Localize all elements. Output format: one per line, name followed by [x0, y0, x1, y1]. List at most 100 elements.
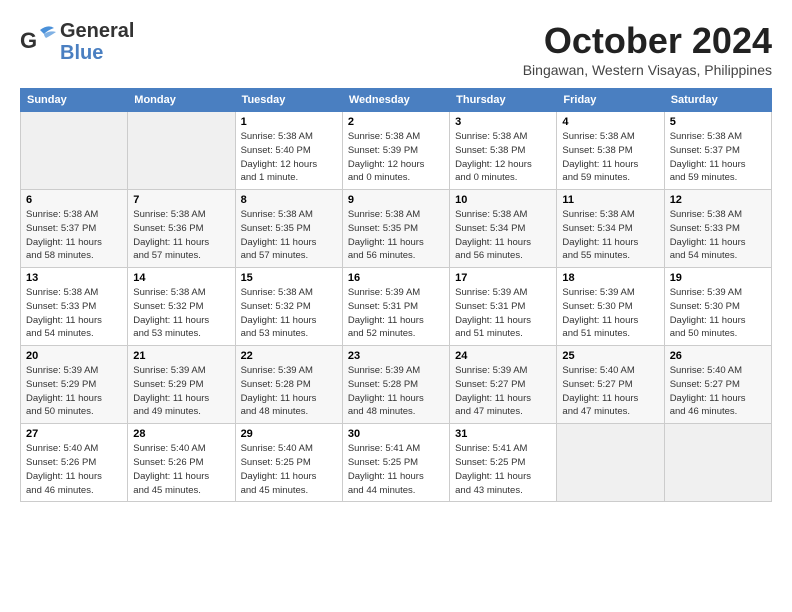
day-detail: Sunrise: 5:39 AM Sunset: 5:30 PM Dayligh… — [670, 286, 766, 341]
day-detail: Sunrise: 5:39 AM Sunset: 5:31 PM Dayligh… — [348, 286, 444, 341]
day-detail: Sunrise: 5:38 AM Sunset: 5:33 PM Dayligh… — [670, 208, 766, 263]
day-number: 25 — [562, 350, 658, 362]
day-detail: Sunrise: 5:40 AM Sunset: 5:26 PM Dayligh… — [26, 442, 122, 497]
weekday-header-wednesday: Wednesday — [342, 89, 449, 112]
calendar-cell: 26 Sunrise: 5:40 AM Sunset: 5:27 PM Dayli… — [664, 346, 771, 424]
day-number: 29 — [241, 428, 337, 440]
weekday-header-saturday: Saturday — [664, 89, 771, 112]
day-number: 30 — [348, 428, 444, 440]
calendar-cell — [664, 424, 771, 502]
day-number: 1 — [241, 116, 337, 128]
day-detail: Sunrise: 5:38 AM Sunset: 5:34 PM Dayligh… — [562, 208, 658, 263]
calendar-week-row: 27 Sunrise: 5:40 AM Sunset: 5:26 PM Dayli… — [21, 424, 772, 502]
day-detail: Sunrise: 5:38 AM Sunset: 5:34 PM Dayligh… — [455, 208, 551, 263]
logo-blue: Blue — [60, 42, 134, 64]
calendar-week-row: 1 Sunrise: 5:38 AM Sunset: 5:40 PM Daylig… — [21, 112, 772, 190]
day-number: 21 — [133, 350, 229, 362]
day-number: 14 — [133, 272, 229, 284]
day-number: 24 — [455, 350, 551, 362]
day-detail: Sunrise: 5:41 AM Sunset: 5:25 PM Dayligh… — [348, 442, 444, 497]
weekday-header-monday: Monday — [128, 89, 235, 112]
day-number: 19 — [670, 272, 766, 284]
day-detail: Sunrise: 5:39 AM Sunset: 5:30 PM Dayligh… — [562, 286, 658, 341]
calendar-cell: 1 Sunrise: 5:38 AM Sunset: 5:40 PM Daylig… — [235, 112, 342, 190]
calendar-cell: 3Sunrise: 5:38 AM Sunset: 5:38 PM Daylig… — [450, 112, 557, 190]
day-number: 11 — [562, 194, 658, 206]
calendar-cell: 22Sunrise: 5:39 AM Sunset: 5:28 PM Dayli… — [235, 346, 342, 424]
day-detail: Sunrise: 5:41 AM Sunset: 5:25 PM Dayligh… — [455, 442, 551, 497]
day-detail: Sunrise: 5:38 AM Sunset: 5:35 PM Dayligh… — [241, 208, 337, 263]
calendar-week-row: 13 Sunrise: 5:38 AM Sunset: 5:33 PM Dayli… — [21, 268, 772, 346]
day-number: 31 — [455, 428, 551, 440]
logo-icon: G — [20, 22, 56, 58]
day-number: 12 — [670, 194, 766, 206]
calendar-body: 1 Sunrise: 5:38 AM Sunset: 5:40 PM Daylig… — [21, 112, 772, 502]
day-detail: Sunrise: 5:38 AM Sunset: 5:35 PM Dayligh… — [348, 208, 444, 263]
calendar-cell: 27 Sunrise: 5:40 AM Sunset: 5:26 PM Dayli… — [21, 424, 128, 502]
calendar-cell: 28 Sunrise: 5:40 AM Sunset: 5:26 PM Dayli… — [128, 424, 235, 502]
title-block: October 2024 Bingawan, Western Visayas, … — [523, 20, 772, 78]
calendar-cell — [21, 112, 128, 190]
calendar-cell: 9 Sunrise: 5:38 AM Sunset: 5:35 PM Daylig… — [342, 190, 449, 268]
calendar-cell: 21 Sunrise: 5:39 AM Sunset: 5:29 PM Dayli… — [128, 346, 235, 424]
day-number: 16 — [348, 272, 444, 284]
calendar-cell: 7Sunrise: 5:38 AM Sunset: 5:36 PM Daylig… — [128, 190, 235, 268]
day-detail: Sunrise: 5:40 AM Sunset: 5:25 PM Dayligh… — [241, 442, 337, 497]
calendar-cell: 24Sunrise: 5:39 AM Sunset: 5:27 PM Dayli… — [450, 346, 557, 424]
calendar-cell: 23 Sunrise: 5:39 AM Sunset: 5:28 PM Dayli… — [342, 346, 449, 424]
day-detail: Sunrise: 5:38 AM Sunset: 5:33 PM Dayligh… — [26, 286, 122, 341]
calendar-week-row: 6 Sunrise: 5:38 AM Sunset: 5:37 PM Daylig… — [21, 190, 772, 268]
calendar-week-row: 20 Sunrise: 5:39 AM Sunset: 5:29 PM Dayli… — [21, 346, 772, 424]
day-number: 4 — [562, 116, 658, 128]
day-detail: Sunrise: 5:40 AM Sunset: 5:26 PM Dayligh… — [133, 442, 229, 497]
day-number: 28 — [133, 428, 229, 440]
calendar-cell: 20 Sunrise: 5:39 AM Sunset: 5:29 PM Dayli… — [21, 346, 128, 424]
day-number: 3 — [455, 116, 551, 128]
day-detail: Sunrise: 5:40 AM Sunset: 5:27 PM Dayligh… — [562, 364, 658, 419]
day-number: 27 — [26, 428, 122, 440]
day-detail: Sunrise: 5:38 AM Sunset: 5:37 PM Dayligh… — [670, 130, 766, 185]
day-number: 15 — [241, 272, 337, 284]
weekday-header-sunday: Sunday — [21, 89, 128, 112]
svg-text:G: G — [20, 28, 37, 53]
calendar-header-row: SundayMondayTuesdayWednesdayThursdayFrid… — [21, 89, 772, 112]
weekday-header-friday: Friday — [557, 89, 664, 112]
month-title: October 2024 — [523, 20, 772, 62]
day-detail: Sunrise: 5:39 AM Sunset: 5:29 PM Dayligh… — [133, 364, 229, 419]
calendar-cell: 14Sunrise: 5:38 AM Sunset: 5:32 PM Dayli… — [128, 268, 235, 346]
calendar-cell: 13 Sunrise: 5:38 AM Sunset: 5:33 PM Dayli… — [21, 268, 128, 346]
calendar-cell: 18Sunrise: 5:39 AM Sunset: 5:30 PM Dayli… — [557, 268, 664, 346]
calendar-cell: 17 Sunrise: 5:39 AM Sunset: 5:31 PM Dayli… — [450, 268, 557, 346]
day-detail: Sunrise: 5:39 AM Sunset: 5:28 PM Dayligh… — [348, 364, 444, 419]
calendar-cell — [128, 112, 235, 190]
day-detail: Sunrise: 5:38 AM Sunset: 5:37 PM Dayligh… — [26, 208, 122, 263]
calendar-cell — [557, 424, 664, 502]
calendar-cell: 6 Sunrise: 5:38 AM Sunset: 5:37 PM Daylig… — [21, 190, 128, 268]
day-number: 17 — [455, 272, 551, 284]
day-number: 20 — [26, 350, 122, 362]
day-detail: Sunrise: 5:38 AM Sunset: 5:32 PM Dayligh… — [241, 286, 337, 341]
day-detail: Sunrise: 5:39 AM Sunset: 5:31 PM Dayligh… — [455, 286, 551, 341]
day-number: 13 — [26, 272, 122, 284]
day-detail: Sunrise: 5:39 AM Sunset: 5:28 PM Dayligh… — [241, 364, 337, 419]
calendar-cell: 2Sunrise: 5:38 AM Sunset: 5:39 PM Daylig… — [342, 112, 449, 190]
weekday-header-tuesday: Tuesday — [235, 89, 342, 112]
day-number: 6 — [26, 194, 122, 206]
day-detail: Sunrise: 5:39 AM Sunset: 5:29 PM Dayligh… — [26, 364, 122, 419]
calendar-cell: 29 Sunrise: 5:40 AM Sunset: 5:25 PM Dayli… — [235, 424, 342, 502]
calendar-cell: 8 Sunrise: 5:38 AM Sunset: 5:35 PM Daylig… — [235, 190, 342, 268]
logo-general: General — [60, 20, 134, 42]
calendar-cell: 4Sunrise: 5:38 AM Sunset: 5:38 PM Daylig… — [557, 112, 664, 190]
day-number: 10 — [455, 194, 551, 206]
day-number: 9 — [348, 194, 444, 206]
day-number: 23 — [348, 350, 444, 362]
day-detail: Sunrise: 5:40 AM Sunset: 5:27 PM Dayligh… — [670, 364, 766, 419]
day-detail: Sunrise: 5:38 AM Sunset: 5:36 PM Dayligh… — [133, 208, 229, 263]
calendar-cell: 25 Sunrise: 5:40 AM Sunset: 5:27 PM Dayli… — [557, 346, 664, 424]
day-number: 8 — [241, 194, 337, 206]
day-number: 26 — [670, 350, 766, 362]
logo: G General Blue — [20, 20, 134, 64]
location: Bingawan, Western Visayas, Philippines — [523, 62, 772, 78]
day-detail: Sunrise: 5:38 AM Sunset: 5:40 PM Dayligh… — [241, 130, 337, 185]
calendar-cell: 15 Sunrise: 5:38 AM Sunset: 5:32 PM Dayli… — [235, 268, 342, 346]
